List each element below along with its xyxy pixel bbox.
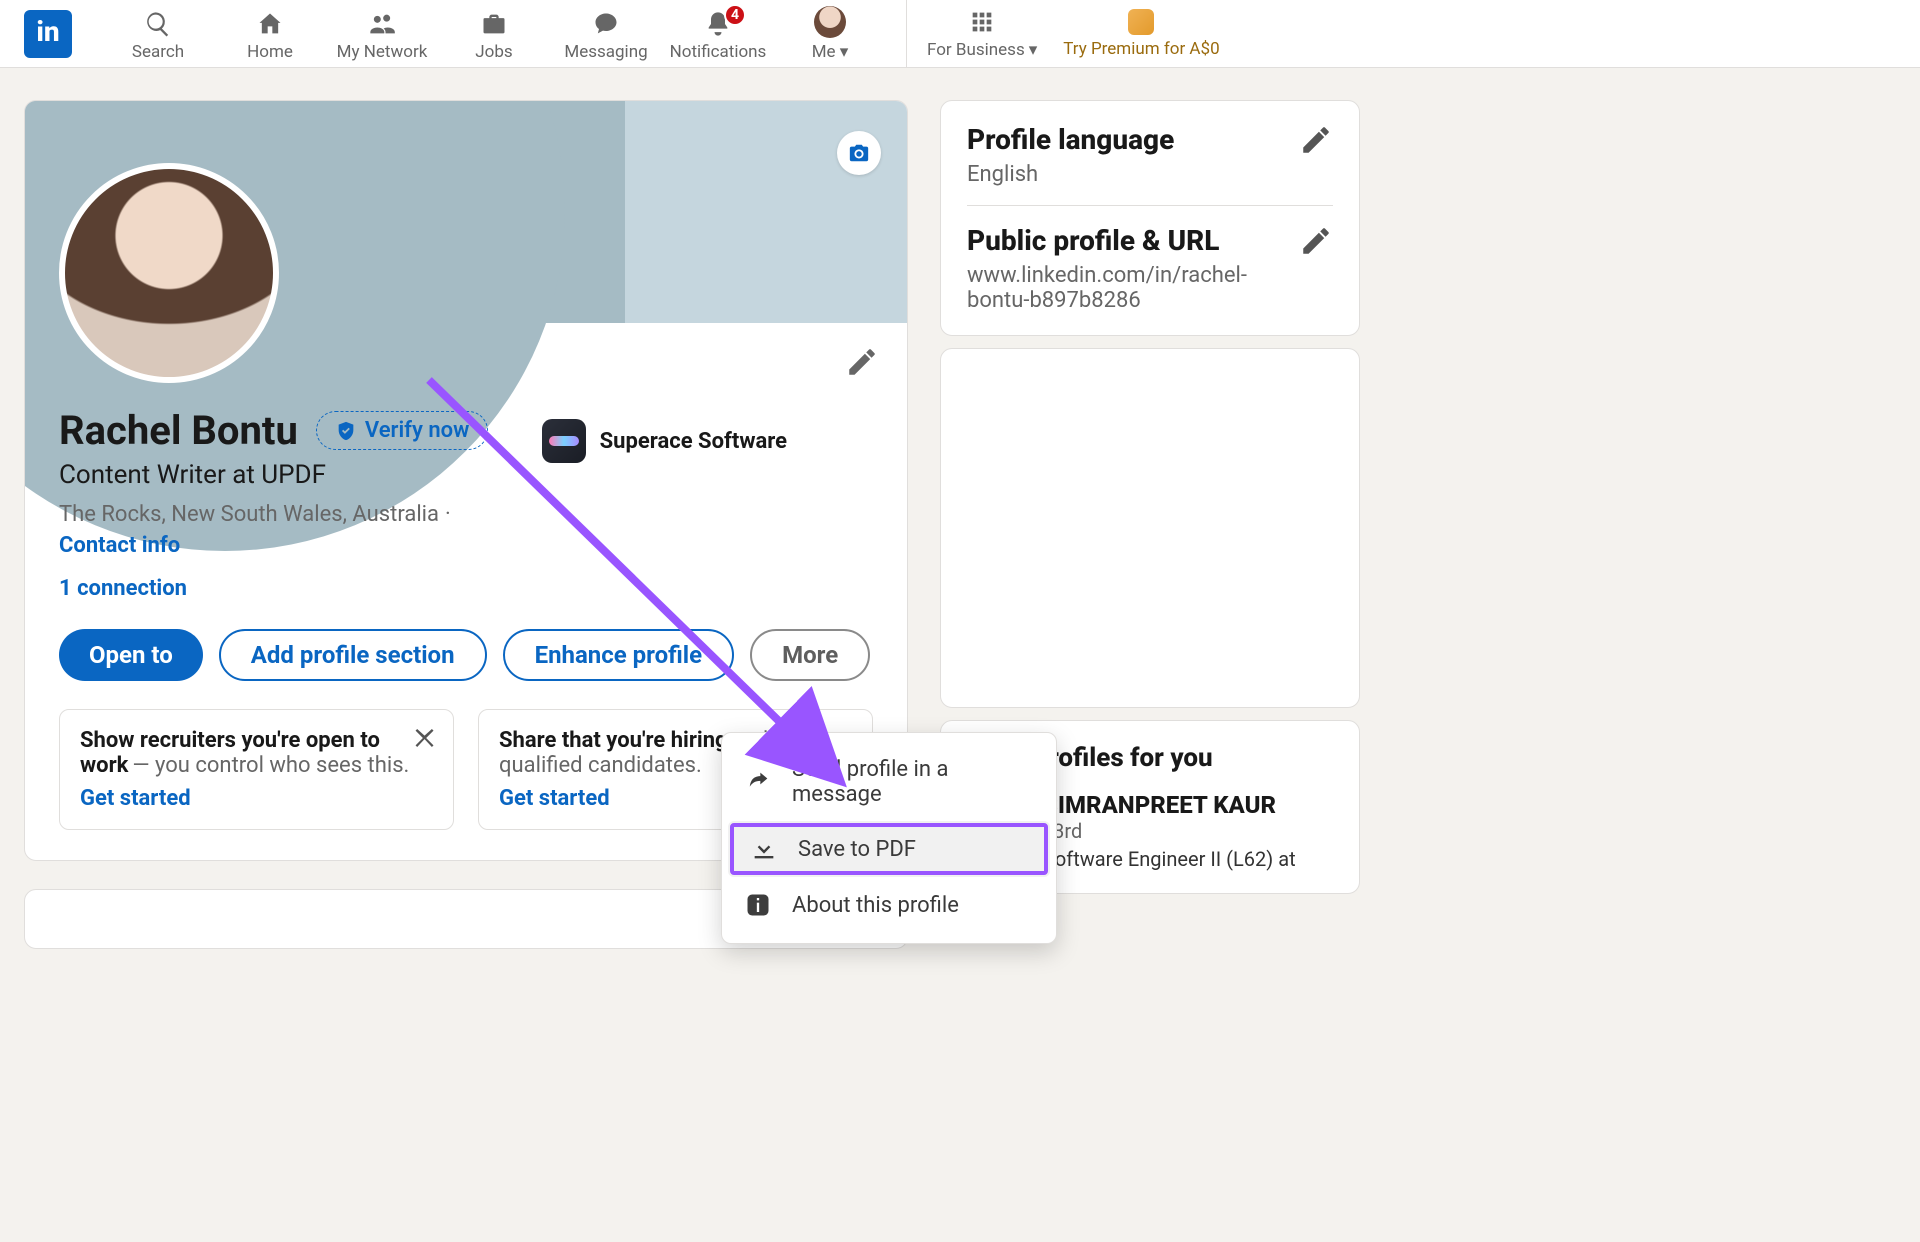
pencil-icon <box>1299 224 1333 258</box>
connections-link[interactable]: 1 connection <box>59 576 873 601</box>
profile-location: The Rocks, New South Wales, Australia· <box>59 502 873 527</box>
public-url-title: Public profile & URL <box>967 224 1299 257</box>
nav-home[interactable]: Home <box>214 0 326 68</box>
dd-send-profile[interactable]: Send profile in a message <box>722 743 1056 821</box>
top-nav: in Search Home My Network Jobs Messaging… <box>0 0 1920 68</box>
public-url-value: www.linkedin.com/in/rachel-bontu-b897b82… <box>967 263 1299 313</box>
sidebar-settings-card: Profile language English Public profile … <box>940 100 1360 336</box>
avatar-icon <box>814 6 846 38</box>
profile-language-value: English <box>967 162 1174 187</box>
nav-divider <box>906 0 907 68</box>
pencil-icon <box>845 345 879 379</box>
grid-icon <box>968 8 996 36</box>
people-icon <box>368 10 396 38</box>
promo-cta[interactable]: Get started <box>80 786 433 811</box>
current-company[interactable]: Superace Software <box>542 419 787 463</box>
nav-notifications[interactable]: 4 Notifications <box>662 0 774 68</box>
shield-icon <box>335 420 357 442</box>
edit-url-button[interactable] <box>1299 224 1333 258</box>
contact-info-link[interactable]: Contact info <box>59 533 873 558</box>
nav-label: My Network <box>337 42 428 62</box>
nav-label: Me ▾ <box>812 42 849 62</box>
chat-icon <box>592 10 620 38</box>
nav-me[interactable]: Me ▾ <box>774 0 886 68</box>
promo-sub: — you control who sees this. <box>132 753 409 778</box>
enhance-profile-button[interactable]: Enhance profile <box>503 629 735 681</box>
more-dropdown: Send profile in a message Save to PDF Ab… <box>721 732 1057 944</box>
sidebar-ad-card <box>940 348 1360 708</box>
nav-label: Jobs <box>475 42 512 62</box>
nav-jobs[interactable]: Jobs <box>438 0 550 68</box>
verify-label: Verify now <box>365 418 469 443</box>
edit-language-button[interactable] <box>1299 123 1333 157</box>
edit-intro-button[interactable] <box>845 345 879 379</box>
more-button[interactable]: More <box>750 629 870 681</box>
nav-label: For Business <box>927 40 1025 60</box>
promo-title: Share that you're hiring <box>499 728 728 753</box>
profile-headline: Content Writer at UPDF <box>59 460 873 490</box>
linkedin-logo[interactable]: in <box>24 10 72 58</box>
close-icon <box>411 724 439 752</box>
dd-label: Save to PDF <box>798 837 916 862</box>
notif-badge: 4 <box>724 4 746 26</box>
nav-label: Notifications <box>670 42 767 62</box>
nav-search[interactable]: Search <box>102 0 214 68</box>
nav-label: Home <box>247 42 293 62</box>
share-icon <box>744 768 772 796</box>
company-name: Superace Software <box>600 429 787 454</box>
camera-icon <box>848 142 870 164</box>
open-to-button[interactable]: Open to <box>59 629 203 681</box>
promo-open-to-work[interactable]: Show recruiters you're open to work — yo… <box>59 709 454 830</box>
add-section-button[interactable]: Add profile section <box>219 629 487 681</box>
search-icon <box>144 10 172 38</box>
premium-icon <box>1128 9 1154 35</box>
suggested-name: SIMRANPREET KAUR <box>1043 791 1276 819</box>
nav-premium[interactable]: Try Premium for A$0 <box>1063 9 1219 59</box>
verify-button[interactable]: Verify now <box>316 411 488 450</box>
nav-business[interactable]: For Business ▾ <box>927 8 1037 60</box>
profile-language-title: Profile language <box>967 123 1174 156</box>
dd-label: About this profile <box>792 893 959 918</box>
briefcase-icon <box>480 10 508 38</box>
profile-avatar[interactable] <box>59 163 279 383</box>
connection-degree: · 3rd <box>1043 819 1296 843</box>
home-icon <box>256 10 284 38</box>
dd-label: Send profile in a message <box>792 757 1034 807</box>
nav-network[interactable]: My Network <box>326 0 438 68</box>
dd-save-pdf[interactable]: Save to PDF <box>728 821 1050 877</box>
info-icon <box>744 891 772 919</box>
edit-cover-button[interactable] <box>837 131 881 175</box>
close-promo-button[interactable] <box>411 724 439 752</box>
suggested-role: Software Engineer II (L62) at <box>1043 847 1296 871</box>
nav-label: Try Premium for A$0 <box>1063 39 1219 59</box>
pencil-icon <box>1299 123 1333 157</box>
nav-label: Search <box>132 42 184 62</box>
profile-name: Rachel Bontu <box>59 407 298 454</box>
nav-messaging[interactable]: Messaging <box>550 0 662 68</box>
company-logo-icon <box>542 419 586 463</box>
dd-about-profile[interactable]: About this profile <box>722 877 1056 933</box>
download-icon <box>750 835 778 863</box>
nav-label: Messaging <box>564 42 647 62</box>
